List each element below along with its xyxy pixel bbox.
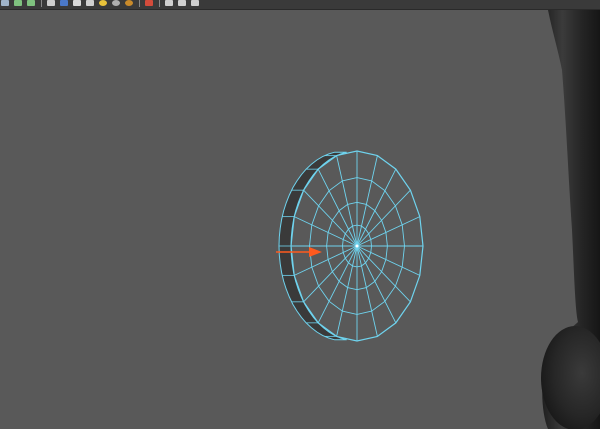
- 3d-viewport[interactable]: [0, 10, 600, 429]
- disc-spoke: [356, 245, 420, 276]
- disc-spoke: [294, 216, 358, 247]
- camera-attributes-button[interactable]: [190, 0, 200, 7]
- move-tool-button[interactable]: [13, 0, 23, 7]
- disc-spoke: [317, 245, 358, 324]
- resolution-gate-button[interactable]: [177, 0, 187, 7]
- selected-disc-mesh[interactable]: [278, 150, 424, 342]
- wireframe-shading-button[interactable]: [46, 0, 56, 7]
- disc-spoke: [356, 245, 397, 324]
- toolbar-separator: [139, 0, 140, 7]
- disc-spoke: [356, 245, 378, 337]
- shadows-button[interactable]: [124, 0, 134, 7]
- disc-spoke: [356, 245, 411, 303]
- isolate-icon: [165, 0, 173, 6]
- textured-button[interactable]: [72, 0, 82, 7]
- disc-spoke: [294, 245, 358, 276]
- rotate-icon: [27, 0, 35, 6]
- rotate-tool-button[interactable]: [26, 0, 36, 7]
- shaded-cube-icon: [60, 0, 68, 6]
- smooth-shading-button[interactable]: [59, 0, 69, 7]
- settings-gear-icon: [86, 0, 94, 6]
- toolbar-separator: [159, 0, 160, 7]
- viewport-toolbar: [0, 0, 600, 10]
- default-light-button[interactable]: [98, 0, 108, 7]
- wrench-icon: [191, 0, 199, 6]
- light-sphere-icon: [112, 0, 120, 6]
- move-icon: [14, 0, 22, 6]
- disc-spoke: [356, 216, 420, 247]
- wireframe-cube-icon: [47, 0, 55, 6]
- select-tool-button[interactable]: [0, 0, 10, 7]
- disc-spoke: [356, 189, 411, 247]
- toolbar-separator: [41, 0, 42, 7]
- resolution-gate-icon: [178, 0, 186, 6]
- disc-spoke: [336, 155, 358, 247]
- manipulator-arrow-head[interactable]: [309, 247, 322, 257]
- textured-icon: [73, 0, 81, 6]
- all-lights-button[interactable]: [111, 0, 121, 7]
- disc-spoke: [336, 245, 358, 337]
- disc-spoke: [356, 155, 378, 247]
- isolate-select-button[interactable]: [164, 0, 174, 7]
- disc-spoke: [303, 189, 358, 247]
- maya-viewport-window: [0, 0, 600, 429]
- scene-canvas[interactable]: [0, 10, 600, 429]
- shadow-sphere-icon: [125, 0, 133, 6]
- xray-icon: [145, 0, 153, 6]
- lighting-button[interactable]: [85, 0, 95, 7]
- select-icon: [1, 0, 9, 6]
- light-bulb-icon: [99, 0, 107, 6]
- xray-button[interactable]: [144, 0, 154, 7]
- disc-spoke: [356, 168, 397, 247]
- pivot-point[interactable]: [355, 244, 359, 248]
- disc-spoke: [317, 168, 358, 247]
